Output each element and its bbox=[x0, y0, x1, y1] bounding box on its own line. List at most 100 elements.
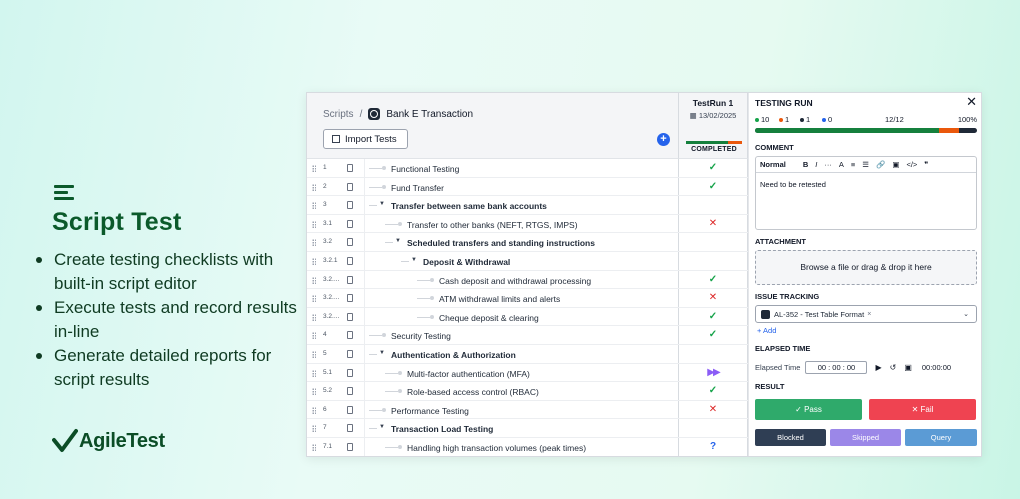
row-result[interactable]: ✕ bbox=[678, 214, 748, 233]
table-row[interactable]: 3.2.... Cheque deposit & clearing ✓ bbox=[307, 307, 748, 327]
breadcrumb-root[interactable]: Scripts bbox=[323, 109, 354, 120]
table-row[interactable]: 3.2.... Cash deposit and withdrawal proce… bbox=[307, 270, 748, 290]
add-test-button[interactable]: + bbox=[657, 133, 670, 146]
row-label[interactable]: Transaction Load Testing bbox=[391, 424, 493, 434]
row-result[interactable] bbox=[678, 233, 748, 251]
bold-icon[interactable]: B bbox=[803, 160, 808, 169]
drag-handle-icon[interactable] bbox=[312, 276, 316, 284]
row-label[interactable]: Transfer between same bank accounts bbox=[391, 201, 547, 211]
drag-handle-icon[interactable] bbox=[312, 332, 316, 340]
row-label[interactable]: Multi-factor authentication (MFA) bbox=[407, 369, 530, 379]
table-row[interactable]: 3.2 ▼ Scheduled transfers and standing ins… bbox=[307, 233, 748, 252]
ordered-list-icon[interactable]: ≡ bbox=[851, 160, 855, 169]
row-result[interactable] bbox=[678, 251, 748, 270]
save-icon[interactable]: ▣ bbox=[904, 363, 912, 372]
row-label[interactable]: Scheduled transfers and standing instruc… bbox=[407, 238, 595, 248]
row-label[interactable]: Cash deposit and withdrawal processing bbox=[439, 276, 591, 286]
table-row[interactable]: 2 Fund Transfer ✓ bbox=[307, 177, 748, 197]
row-result[interactable]: ✓ bbox=[678, 177, 748, 196]
add-issue-link[interactable]: + Add bbox=[757, 326, 776, 335]
play-icon[interactable]: ▶ bbox=[875, 363, 881, 372]
test-run-column-header[interactable]: TestRun 1 ▦ 13/02/2025 COMPLETED bbox=[678, 93, 748, 159]
table-row[interactable]: 7 ▼ Transaction Load Testing bbox=[307, 419, 748, 438]
drag-handle-icon[interactable] bbox=[312, 220, 316, 228]
image-icon[interactable]: ▣ bbox=[892, 160, 899, 169]
fail-button[interactable]: ✕ Fail bbox=[869, 399, 976, 420]
row-result[interactable]: ✕ bbox=[678, 289, 748, 307]
pass-button[interactable]: ✓ Pass bbox=[755, 399, 862, 420]
attachment-dropzone[interactable]: Browse a file or drag & drop it here bbox=[755, 250, 977, 285]
drag-handle-icon[interactable] bbox=[312, 183, 316, 191]
table-row[interactable]: 1 Functional Testing ✓ bbox=[307, 159, 748, 178]
link-icon[interactable]: 🔗 bbox=[876, 160, 885, 169]
row-result[interactable]: ✓ bbox=[678, 326, 748, 344]
row-label[interactable]: Fund Transfer bbox=[391, 183, 444, 193]
caret-down-icon[interactable]: ▼ bbox=[379, 424, 385, 430]
row-label[interactable]: Cheque deposit & clearing bbox=[439, 313, 539, 323]
row-label[interactable]: Performance Testing bbox=[391, 406, 469, 416]
row-label[interactable]: Functional Testing bbox=[391, 164, 459, 174]
comment-editor[interactable]: Normal B I ··· A ≡ ☰ 🔗 ▣ </> ❞ Need to be retested bbox=[755, 156, 977, 230]
table-row[interactable]: 3.1 Transfer to other banks (NEFT, RTGS, … bbox=[307, 214, 748, 234]
caret-down-icon[interactable]: ▼ bbox=[379, 350, 385, 356]
row-result[interactable] bbox=[678, 419, 748, 437]
reset-icon[interactable]: ↺ bbox=[890, 363, 897, 372]
issue-tracking-select[interactable]: AL-352 - Test Table Format × ⌄ bbox=[755, 305, 977, 323]
table-row[interactable]: 3.2.1 ▼ Deposit & Withdrawal bbox=[307, 251, 748, 271]
caret-down-icon[interactable]: ▼ bbox=[379, 201, 385, 207]
row-result[interactable] bbox=[678, 196, 748, 214]
row-label[interactable]: Handling high transaction volumes (peak … bbox=[407, 443, 586, 453]
query-button[interactable]: Query bbox=[905, 429, 977, 446]
skipped-button[interactable]: Skipped bbox=[830, 429, 901, 446]
import-tests-button[interactable]: Import Tests bbox=[323, 129, 408, 149]
italic-icon[interactable]: I bbox=[815, 160, 817, 169]
row-label[interactable]: Transfer to other banks (NEFT, RTGS, IMP… bbox=[407, 220, 578, 230]
drag-handle-icon[interactable] bbox=[312, 295, 316, 303]
table-row[interactable]: 3 ▼ Transfer between same bank accounts bbox=[307, 196, 748, 215]
row-result[interactable]: ✓ bbox=[678, 270, 748, 289]
row-label[interactable]: Deposit & Withdrawal bbox=[423, 257, 510, 267]
drag-handle-icon[interactable] bbox=[312, 425, 316, 433]
row-result[interactable]: ? bbox=[678, 437, 748, 456]
remove-issue-icon[interactable]: × bbox=[867, 311, 871, 318]
caret-down-icon[interactable]: ▼ bbox=[395, 238, 401, 244]
chevron-down-icon[interactable]: ⌄ bbox=[963, 310, 969, 318]
row-result[interactable]: ✓ bbox=[678, 382, 748, 400]
elapsed-time-input[interactable]: 00 : 00 : 00 bbox=[805, 361, 868, 374]
more-icon[interactable]: ··· bbox=[824, 160, 832, 169]
drag-handle-icon[interactable] bbox=[312, 388, 316, 396]
row-label[interactable]: Authentication & Authorization bbox=[391, 350, 516, 360]
drag-handle-icon[interactable] bbox=[312, 202, 316, 210]
table-row[interactable]: 4 Security Testing ✓ bbox=[307, 326, 748, 345]
table-row[interactable]: 6 Performance Testing ✕ bbox=[307, 400, 748, 420]
quote-icon[interactable]: ❞ bbox=[924, 160, 928, 169]
caret-down-icon[interactable]: ▼ bbox=[411, 257, 417, 263]
drag-handle-icon[interactable] bbox=[312, 350, 316, 358]
drag-handle-icon[interactable] bbox=[312, 257, 316, 265]
row-result[interactable]: ✕ bbox=[678, 400, 748, 419]
drag-handle-icon[interactable] bbox=[312, 165, 316, 172]
row-label[interactable]: ATM withdrawal limits and alerts bbox=[439, 294, 560, 304]
row-label[interactable]: Security Testing bbox=[391, 331, 451, 341]
drag-handle-icon[interactable] bbox=[312, 313, 316, 321]
table-row[interactable]: 7.1 Handling high transaction volumes (pe… bbox=[307, 437, 748, 456]
drag-handle-icon[interactable] bbox=[312, 443, 316, 451]
table-row[interactable]: 5.2 Role-based access control (RBAC) ✓ bbox=[307, 382, 748, 401]
close-icon[interactable]: ✕ bbox=[966, 94, 977, 110]
table-row[interactable]: 5 ▼ Authentication & Authorization bbox=[307, 344, 748, 364]
row-label[interactable]: Role-based access control (RBAC) bbox=[407, 387, 539, 397]
table-row[interactable]: 5.1 Multi-factor authentication (MFA) ▶▶ bbox=[307, 363, 748, 383]
drag-handle-icon[interactable] bbox=[312, 369, 316, 377]
drag-handle-icon[interactable] bbox=[312, 239, 316, 247]
row-result[interactable]: ✓ bbox=[678, 159, 748, 177]
bullet-list-icon[interactable]: ☰ bbox=[862, 160, 869, 169]
drag-handle-icon[interactable] bbox=[312, 406, 316, 414]
row-result[interactable]: ▶▶ bbox=[678, 363, 748, 382]
text-color-icon[interactable]: A bbox=[839, 160, 844, 169]
format-select[interactable]: Normal bbox=[760, 160, 786, 169]
row-result[interactable] bbox=[678, 344, 748, 363]
code-icon[interactable]: </> bbox=[906, 160, 917, 169]
row-result[interactable]: ✓ bbox=[678, 307, 748, 326]
table-row[interactable]: 3.2.... ATM withdrawal limits and alerts ✕ bbox=[307, 289, 748, 308]
blocked-button[interactable]: Blocked bbox=[755, 429, 826, 446]
